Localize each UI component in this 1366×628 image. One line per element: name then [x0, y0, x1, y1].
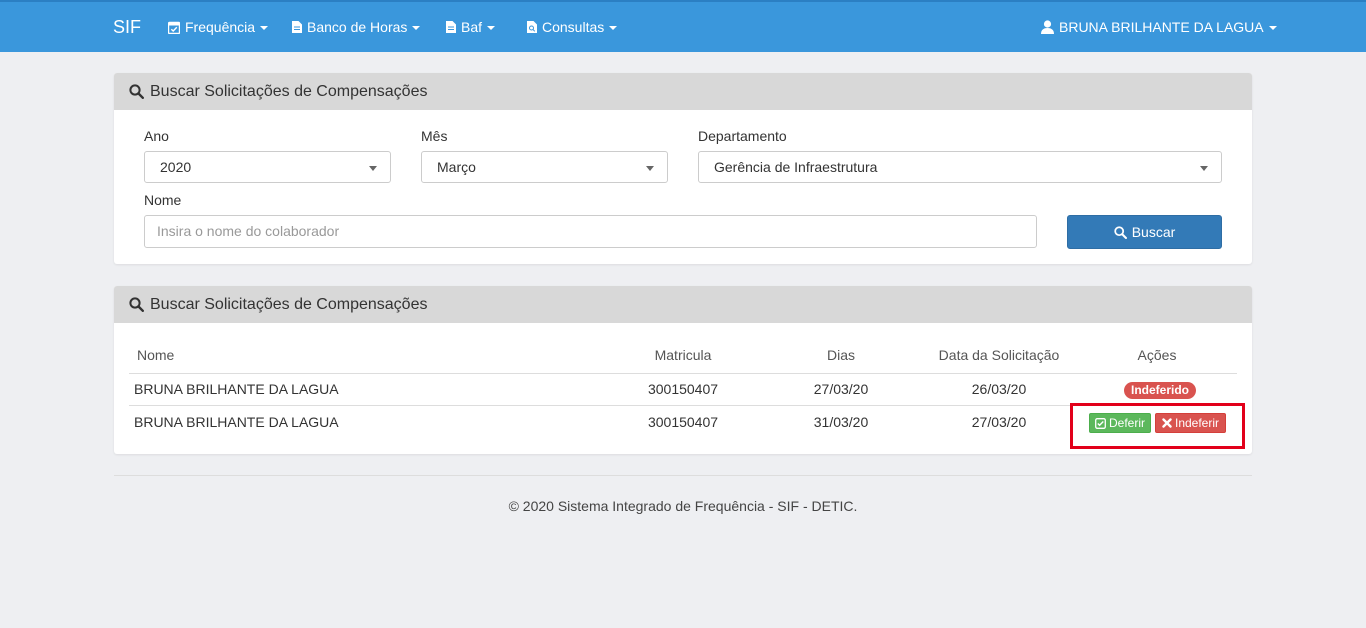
nav-banco-de-horas[interactable]: Banco de Horas: [292, 19, 421, 35]
search-panel-title: Buscar Solicitações de Compensações: [150, 82, 428, 100]
ano-label: Ano: [144, 128, 169, 144]
nav-banco-de-horas-label: Banco de Horas: [307, 19, 408, 35]
column-header-nome: Nome: [137, 347, 175, 363]
navbar: SIF Frequência Banco de Horas Baf Consul…: [0, 2, 1366, 52]
ano-value: 2020: [160, 159, 192, 175]
nome-label: Nome: [144, 192, 182, 208]
footer: © 2020 Sistema Integrado de Frequência -…: [508, 498, 858, 514]
row-2-dias: 31/03/20: [813, 414, 869, 430]
nav-baf-label: Baf: [461, 19, 483, 35]
column-header-matricula: Matricula: [654, 347, 712, 363]
row-1-data: 26/03/20: [971, 381, 1027, 397]
nav-consultas[interactable]: Consultas: [527, 19, 618, 35]
status-badge-indeferido: Indeferido: [1124, 382, 1197, 399]
row-2-data: 27/03/20: [971, 414, 1027, 430]
user-name: BRUNA BRILHANTE DA LAGUA: [1059, 19, 1264, 35]
chevron-down-icon: [609, 26, 618, 30]
nome-placeholder: Insira o nome do colaborador: [157, 223, 340, 239]
chevron-down-icon: [487, 26, 496, 30]
departamento-select[interactable]: Gerência de Infraestrutura: [698, 151, 1222, 183]
chevron-down-icon: [1268, 26, 1277, 30]
results-panel-heading: Buscar Solicitações de Compensações: [114, 286, 1252, 323]
mes-value: Março: [437, 159, 476, 175]
file-icon: [446, 21, 456, 33]
nav-consultas-label: Consultas: [542, 19, 605, 35]
footer-divider: [114, 475, 1252, 476]
column-header-acoes: Ações: [1137, 347, 1177, 363]
mes-select[interactable]: Março: [421, 151, 668, 183]
mes-label: Mês: [421, 128, 448, 144]
dropdown-arrow-icon: [1200, 166, 1208, 171]
calendar-check-icon: [168, 21, 180, 34]
nome-input[interactable]: Insira o nome do colaborador: [144, 215, 1037, 248]
row-1-nome: BRUNA BRILHANTE DA LAGUA: [134, 381, 339, 397]
column-header-dias: Dias: [826, 347, 856, 363]
results-panel-title: Buscar Solicitações de Compensações: [150, 295, 428, 313]
dropdown-arrow-icon: [369, 166, 377, 171]
search-panel: Buscar Solicitações de Compensações Ano …: [114, 73, 1252, 264]
departamento-value: Gerência de Infraestrutura: [714, 159, 878, 175]
departamento-label: Departamento: [698, 128, 787, 144]
row-2-nome: BRUNA BRILHANTE DA LAGUA: [134, 414, 339, 430]
row-1-matricula: 300150407: [647, 381, 719, 397]
dropdown-arrow-icon: [646, 166, 654, 171]
row-2-matricula: 300150407: [647, 414, 719, 430]
column-header-data-solicitacao: Data da Solicitação: [938, 347, 1060, 363]
nav-baf[interactable]: Baf: [446, 19, 496, 35]
nav-frequencia[interactable]: Frequência: [168, 19, 269, 35]
ano-select[interactable]: 2020: [144, 151, 391, 183]
chevron-down-icon: [260, 26, 269, 30]
search-icon: [1114, 225, 1127, 239]
brand[interactable]: SIF: [113, 17, 141, 38]
search-icon: [129, 84, 144, 99]
search-icon: [129, 297, 144, 312]
user-menu[interactable]: BRUNA BRILHANTE DA LAGUA: [1041, 19, 1277, 35]
file-search-icon: [527, 21, 537, 33]
nav-frequencia-label: Frequência: [185, 19, 256, 35]
buscar-button-label: Buscar: [1131, 224, 1176, 240]
row-1-dias: 27/03/20: [813, 381, 869, 397]
highlight-box: [1070, 403, 1245, 449]
chevron-down-icon: [412, 26, 421, 30]
search-panel-heading: Buscar Solicitações de Compensações: [114, 73, 1252, 110]
user-icon: [1041, 20, 1054, 34]
results-panel: Buscar Solicitações de Compensações Nome…: [114, 286, 1252, 454]
table-header-divider: [129, 373, 1237, 374]
file-icon: [292, 21, 302, 33]
buscar-button[interactable]: Buscar: [1067, 215, 1222, 249]
